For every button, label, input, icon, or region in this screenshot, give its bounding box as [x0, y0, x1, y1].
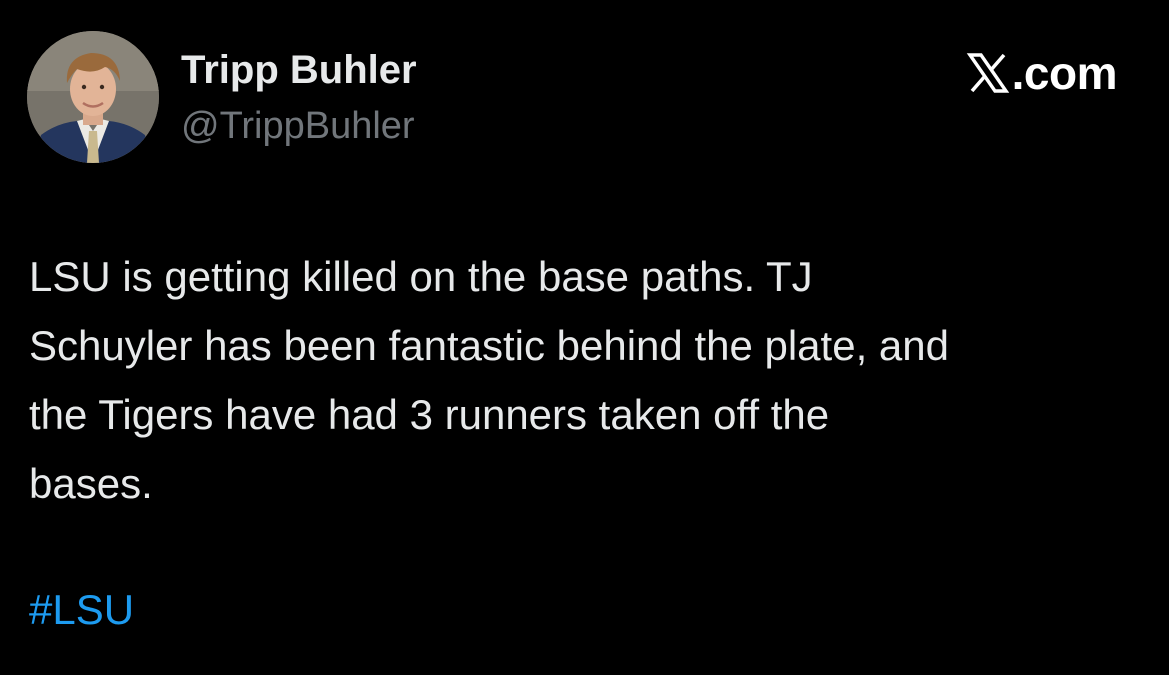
brand-domain-label: .com: [1011, 47, 1118, 99]
author-display-name[interactable]: Tripp Buhler: [181, 46, 417, 94]
tweet-text: LSU is getting killed on the base paths.…: [29, 242, 1149, 518]
tweet-text-line: Schuyler has been fantastic behind the p…: [29, 322, 949, 369]
hashtag-link[interactable]: #LSU: [29, 575, 134, 644]
x-com-brand: .com: [966, 46, 1118, 100]
tweet-text-line: LSU is getting killed on the base paths.…: [29, 253, 813, 300]
tweet-text-line: the Tigers have had 3 runners taken off …: [29, 391, 830, 438]
profile-photo: [27, 31, 159, 163]
x-logo-icon: [966, 51, 1010, 95]
avatar[interactable]: [27, 31, 159, 163]
author-handle[interactable]: @TrippBuhler: [181, 103, 415, 149]
tweet-text-line: bases.: [29, 460, 153, 507]
